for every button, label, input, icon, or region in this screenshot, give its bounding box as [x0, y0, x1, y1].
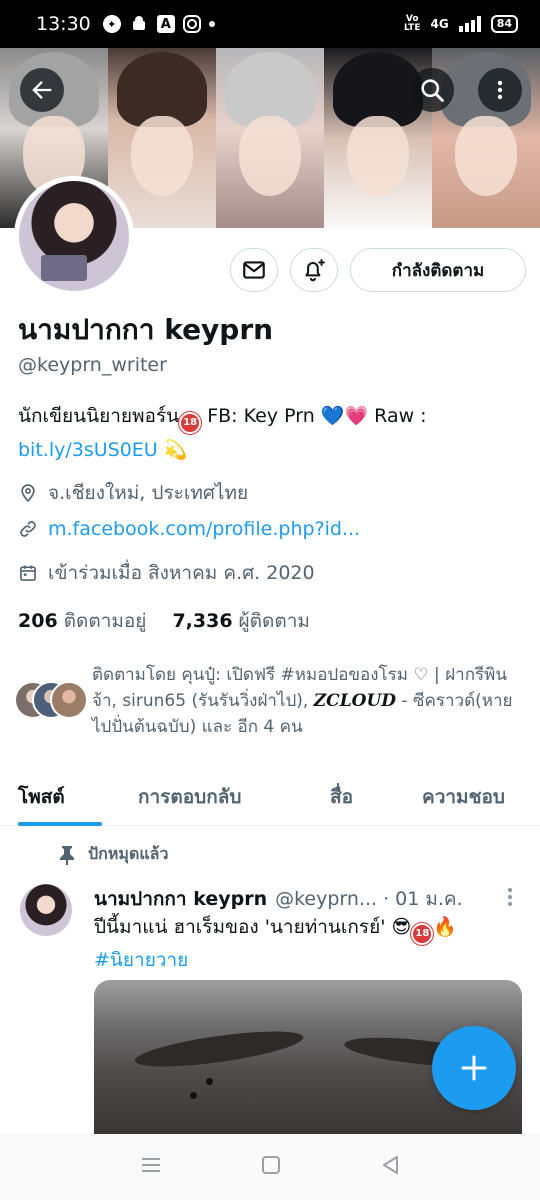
tweet-more-button[interactable] — [502, 886, 518, 912]
age-18-badge-icon: 18 — [411, 923, 434, 945]
pinned-indicator: ปักหมุดแล้ว — [58, 842, 168, 867]
location-pin-icon — [21, 484, 35, 503]
status-bar: 13:30 ✦ A Vo LTE 4G 84 — [0, 0, 540, 48]
tweet-date[interactable]: 01 ม.ค. — [395, 884, 463, 914]
user-handle: @keyprn_writer — [18, 354, 167, 376]
notifications-button[interactable] — [290, 248, 338, 292]
network-type: 4G — [430, 17, 449, 31]
battery-icon: 84 — [490, 15, 518, 33]
tab-media[interactable]: สื่อ — [330, 782, 353, 812]
bio-link[interactable]: bit.ly/3sUS0EU — [18, 439, 158, 461]
pink-heart-icon: 💗 — [344, 405, 369, 427]
tweet-body: ปีนี้มาแน่ ฮาเร็มของ 'นายท่านเกรย์' — [94, 916, 392, 938]
profile-bio: นักเขียนนิยายพอร์น 18 FB: Key Prn 💙💗 Raw … — [18, 400, 518, 466]
system-back-button[interactable] — [379, 1154, 401, 1180]
mail-icon — [243, 261, 265, 279]
following-count-link[interactable]: 206 ติดตามอยู่ — [18, 606, 146, 636]
triangle-back-icon — [383, 1156, 399, 1174]
bio-text-raw: Raw : — [368, 405, 427, 427]
tweet-text: ปีนี้มาแน่ ฮาเร็มของ 'นายท่านเกรย์' 😎 18 🔥… — [94, 912, 514, 975]
followed-by[interactable]: ติดตามโดย คุนปู๋: เปิดฟรี #หมอปอของโรม ♡… — [14, 662, 530, 740]
location-text: จ.เชียงใหม่, ประเทศไทย — [48, 482, 249, 504]
more-vertical-icon — [508, 888, 512, 906]
tab-likes[interactable]: ความชอบ — [422, 782, 505, 812]
profile-location: จ.เชียงใหม่, ประเทศไทย — [18, 478, 248, 508]
pinned-label: ปักหมุดแล้ว — [88, 844, 169, 863]
avatar — [50, 681, 88, 719]
profile-joined: เข้าร่วมเมื่อ สิงหาคม ค.ศ. 2020 — [18, 558, 315, 588]
back-button[interactable] — [20, 68, 64, 112]
following-label: ติดตามอยู่ — [63, 610, 147, 632]
compose-button[interactable] — [432, 1026, 516, 1110]
app-a-icon: A — [156, 15, 175, 33]
joined-text: เข้าร่วมเมื่อ สิงหาคม ค.ศ. 2020 — [48, 562, 315, 584]
following-count: 206 — [18, 610, 58, 632]
link-icon — [20, 521, 36, 537]
tweet-author-handle: @keyprn... — [275, 888, 378, 910]
followed-by-avatars — [14, 681, 90, 721]
square-icon — [261, 1156, 280, 1174]
active-tab-indicator — [18, 822, 102, 826]
calendar-icon — [20, 565, 36, 581]
fire-icon: 🔥 — [433, 916, 457, 938]
more-vertical-icon — [497, 80, 503, 100]
followers-count-link[interactable]: 7,336 ผู้ติดตาม — [172, 606, 309, 636]
instagram-icon — [182, 15, 201, 33]
tweet-author-name[interactable]: นามปากกา keyprn — [94, 884, 267, 914]
more-notifications-dot — [208, 21, 215, 27]
signal-icon — [458, 16, 481, 32]
tab-posts[interactable]: โพสต์ — [18, 782, 65, 812]
message-button[interactable] — [230, 248, 278, 292]
plus-icon — [461, 1055, 487, 1081]
bio-text: นักเขียนนิยายพอร์น — [18, 405, 180, 427]
home-button[interactable] — [260, 1154, 282, 1180]
banner-panel-3 — [216, 48, 324, 228]
status-notification-icons: ✦ A — [102, 14, 215, 34]
arrow-left-icon — [32, 81, 52, 99]
display-name: นามปากกา keyprn — [18, 313, 274, 346]
tweet-header: นามปากกา keyprn @keyprn... · 01 ม.ค. — [94, 884, 514, 914]
volte-icon: Vo LTE — [403, 14, 421, 33]
followers-label: ผู้ติดตาม — [238, 610, 310, 632]
follow-counts: 206 ติดตามอยู่ 7,336 ผู้ติดตาม — [18, 606, 310, 636]
profile-website[interactable]: m.facebook.com/profile.php?id... — [18, 518, 360, 540]
bio-text-fb: FB: Key Prn — [201, 405, 321, 427]
following-button[interactable]: กำลังติดตาม — [350, 248, 526, 292]
menu-lines-icon — [141, 1158, 160, 1172]
blue-heart-icon: 💙 — [320, 405, 345, 427]
followed-by-zcloud: ZCLOUD — [313, 691, 397, 711]
status-time: 13:30 — [36, 13, 91, 35]
profile-tabs: โพสต์ การตอบกลับ สื่อ ความชอบ — [0, 768, 540, 826]
search-icon — [421, 79, 444, 102]
separator-dot: · — [383, 888, 390, 910]
image-detail — [133, 1024, 305, 1074]
followers-count: 7,336 — [172, 610, 233, 632]
pin-icon — [60, 845, 74, 865]
sunglasses-icon: 😎 — [391, 916, 412, 938]
more-options-button[interactable] — [478, 68, 522, 112]
messenger-icon: ✦ — [102, 15, 121, 33]
followed-by-text: ติดตามโดย คุนปู๋: เปิดฟรี #หมอปอของโรม ♡… — [92, 662, 530, 740]
system-navigation-bar — [0, 1134, 540, 1200]
banner-panel-2 — [108, 48, 216, 228]
image-detail — [206, 1078, 213, 1085]
search-button[interactable] — [410, 68, 454, 112]
status-system-icons: Vo LTE 4G 84 — [404, 15, 518, 33]
tab-replies[interactable]: การตอบกลับ — [138, 782, 241, 812]
tweet-author-avatar[interactable] — [20, 884, 72, 936]
dizzy-icon: 💫 — [163, 439, 188, 461]
profile-avatar[interactable] — [14, 176, 134, 296]
recent-apps-button[interactable] — [139, 1155, 163, 1179]
tweet-hashtag[interactable]: #นิยายวาย — [94, 949, 188, 971]
bell-plus-icon — [305, 259, 325, 282]
age-18-badge-icon: 18 — [179, 412, 202, 434]
image-detail — [190, 1092, 197, 1099]
website-link[interactable]: m.facebook.com/profile.php?id... — [48, 518, 360, 540]
android-icon — [129, 14, 149, 34]
